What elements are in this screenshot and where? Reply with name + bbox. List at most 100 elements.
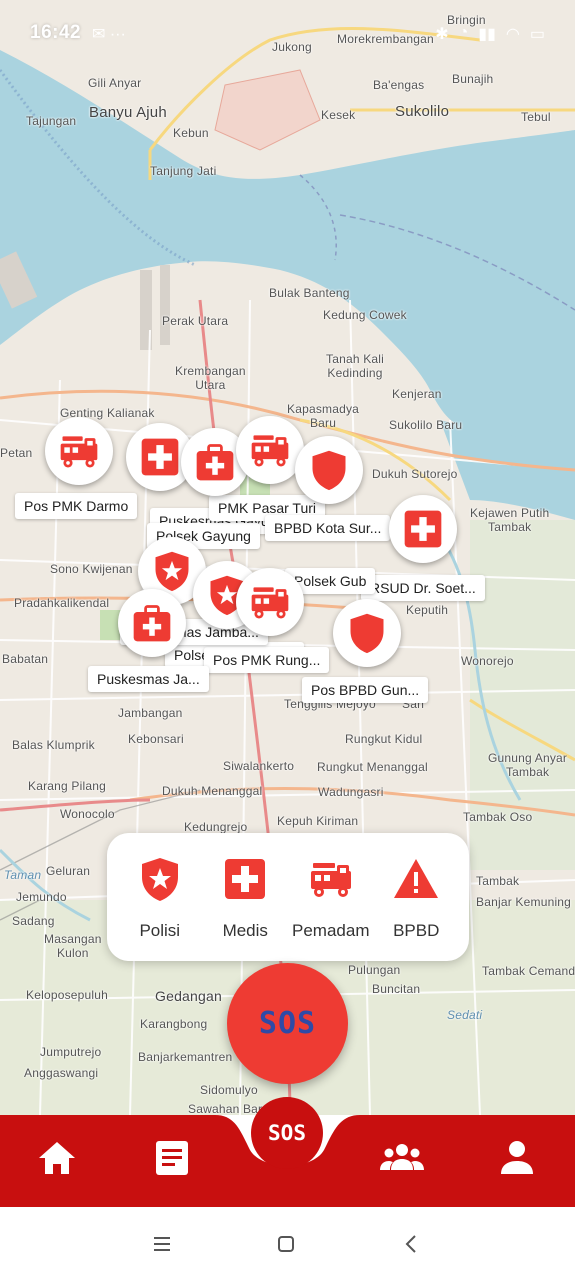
back-chevron-icon xyxy=(405,1235,416,1253)
place-label: Sono Kwijenan xyxy=(50,562,133,576)
police-shield-icon xyxy=(141,858,178,901)
place-label: Tambak Oso xyxy=(463,810,533,824)
place-label: Sedati xyxy=(447,1008,483,1022)
news-icon xyxy=(156,1141,188,1175)
signal-icon: ▮▮ xyxy=(478,26,496,43)
place-label: Jemundo xyxy=(16,890,67,904)
square-icon xyxy=(278,1236,294,1252)
sos-button[interactable]: SOS xyxy=(227,963,348,1084)
place-label: Sukolilo xyxy=(395,103,450,120)
place-label: Kedung Cowek xyxy=(323,308,407,322)
medical-marker[interactable] xyxy=(389,495,457,563)
profile-icon xyxy=(501,1141,533,1174)
bpbd-marker[interactable] xyxy=(295,436,363,504)
place-label: Jumputrejo xyxy=(40,1045,102,1059)
bluetooth-icon: ✱ xyxy=(435,26,449,43)
nav-news-button[interactable] xyxy=(142,1133,202,1183)
place-label: Kenjeran xyxy=(392,387,442,401)
shield-icon xyxy=(312,450,346,491)
place-label: Tambak xyxy=(476,874,520,888)
place-label: Tebul xyxy=(521,110,551,124)
place-label: Rungkut Menanggal xyxy=(317,760,428,774)
system-icons: ✱ ◔ ▮▮ ◠ ▭ xyxy=(435,24,545,44)
nav-profile-button[interactable] xyxy=(487,1133,547,1183)
place-label: Rungkut Kidul xyxy=(345,732,423,746)
nav-home-button[interactable] xyxy=(27,1133,87,1183)
place-label: Dukuh Menanggal xyxy=(162,784,263,798)
marker-label: Pos PMK Rung... xyxy=(204,647,330,673)
place-label: Bunajih xyxy=(452,72,494,86)
marker-label: BPBD Kota Sur... xyxy=(265,515,391,541)
home-system-button[interactable] xyxy=(266,1229,306,1259)
bottom-navigation: SOS xyxy=(0,1097,575,1207)
notification-icons: ✉ ··· xyxy=(92,26,126,43)
battery-icon: ▭ xyxy=(529,26,545,43)
nav-group-button[interactable] xyxy=(372,1133,432,1183)
place-label: Banjarkemantren xyxy=(138,1050,233,1064)
status-bar: 16:42 ✉ ··· ✱ ◔ ▮▮ ◠ ▭ xyxy=(0,0,575,68)
place-label: Kepuh Kiriman xyxy=(277,814,359,828)
wifi-icon: ◠ xyxy=(505,26,520,43)
place-label: Krembangan Utara xyxy=(175,364,246,392)
filter-label: BPBD xyxy=(393,921,440,940)
place-label: Perak Utara xyxy=(162,314,229,328)
alarm-icon: ◔ xyxy=(458,24,469,41)
home-icon xyxy=(39,1142,75,1174)
recent-apps-button[interactable] xyxy=(142,1229,182,1259)
bpbd-marker[interactable] xyxy=(333,599,401,667)
place-label: Pradahkalikendal xyxy=(14,596,110,610)
fire-truck-icon xyxy=(310,863,351,897)
place-label: Karang Pilang xyxy=(28,779,106,793)
medical-marker[interactable] xyxy=(118,589,186,657)
sos-button-label: SOS xyxy=(258,1006,317,1041)
medical-cross-icon xyxy=(141,438,179,476)
place-label: Babatan xyxy=(2,652,49,666)
place-label: Kapasmadya Baru xyxy=(287,402,360,430)
filter-medis[interactable]: Medis xyxy=(205,853,285,941)
filter-bpbd[interactable]: BPBD xyxy=(376,853,456,941)
fire-truck-icon xyxy=(251,587,289,619)
place-label: Anggaswangi xyxy=(24,1066,99,1080)
place-label: Kebonsari xyxy=(128,732,184,746)
place-label: Petan xyxy=(0,446,33,460)
filter-label: Polisi xyxy=(139,921,181,940)
place-label: Buncitan xyxy=(372,982,421,996)
system-navigation-bar xyxy=(0,1207,575,1280)
place-label: Tanjung Jati xyxy=(150,164,217,178)
first-aid-kit-icon xyxy=(133,605,171,642)
status-time: 16:42 xyxy=(30,22,82,43)
group-icon xyxy=(380,1144,424,1170)
marker-label: Puskesmas Ja... xyxy=(88,666,209,692)
filter-polisi[interactable]: Polisi xyxy=(120,853,200,941)
place-label: Taman xyxy=(4,868,42,882)
marker-label: RSUD Dr. Soet... xyxy=(361,575,485,601)
place-label: Keloposepuluh xyxy=(26,988,109,1002)
fire-station-marker[interactable] xyxy=(236,416,304,484)
filter-pemadam[interactable]: Pemadam xyxy=(291,853,371,941)
place-label: Tanah Kali Kedinding xyxy=(326,352,385,380)
place-label: Bulak Banteng xyxy=(269,286,350,300)
back-system-button[interactable] xyxy=(391,1229,431,1259)
place-label: Siwalankerto xyxy=(223,759,295,773)
fire-station-marker[interactable] xyxy=(45,417,113,485)
menu-lines-icon xyxy=(154,1237,170,1251)
nav-sos-button[interactable]: SOS xyxy=(251,1097,323,1169)
place-label: Ba'engas xyxy=(373,78,425,92)
fire-truck-icon xyxy=(60,436,98,468)
place-label: Geluran xyxy=(46,864,91,878)
filter-label: Medis xyxy=(222,921,268,940)
category-filter-card: Polisi Medis Pemadam BPBD xyxy=(107,833,469,961)
place-label: Pulungan xyxy=(348,963,401,977)
place-label: Jambangan xyxy=(118,706,183,720)
fire-truck-icon xyxy=(251,435,289,467)
place-label: Tajungan xyxy=(26,114,77,128)
fire-station-marker[interactable] xyxy=(236,568,304,636)
place-label: Kesek xyxy=(321,108,356,122)
place-label: Wadungasri xyxy=(318,785,384,799)
place-label: Gunung Anyar Tambak xyxy=(488,751,568,779)
first-aid-kit-icon xyxy=(196,444,234,481)
place-label: Gedangan xyxy=(155,988,222,1004)
place-label: Keputih xyxy=(406,603,449,617)
place-label: Banjar Kemuning xyxy=(476,895,572,909)
place-label: Kejawen Putih Tambak xyxy=(470,506,550,534)
